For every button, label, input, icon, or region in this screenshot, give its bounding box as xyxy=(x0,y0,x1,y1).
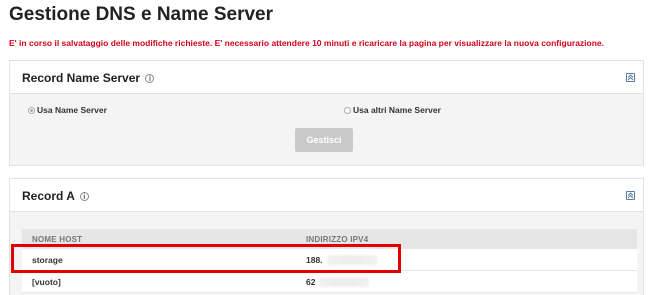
collapse-icon[interactable] xyxy=(626,191,635,200)
info-icon[interactable]: i xyxy=(145,74,155,83)
panel-title: Record Name Server i xyxy=(22,71,155,85)
page-title: Gestione DNS e Name Server xyxy=(9,4,274,25)
chevron-up-double-icon xyxy=(627,74,634,81)
radio-label: Usa Name Server xyxy=(37,105,107,115)
radio-button-checked[interactable] xyxy=(28,106,35,114)
panel-title-text: Record A xyxy=(22,189,75,203)
column-header-ipv4: INDIRIZZO IPV4 xyxy=(306,234,369,244)
host-cell: [vuoto] xyxy=(32,276,61,287)
radio-label: Usa altri Name Server xyxy=(353,105,441,115)
panel-title-text: Record Name Server xyxy=(22,71,141,85)
ip-cell: 62 xyxy=(306,276,637,287)
record-name-server-panel: Record Name Server i Usa Name Server Usa… xyxy=(9,60,644,166)
chevron-up-double-icon xyxy=(627,192,634,199)
redacted-blur xyxy=(319,276,370,287)
info-icon[interactable]: i xyxy=(79,192,89,201)
manage-button[interactable]: Gestisci xyxy=(295,128,353,152)
radio-use-name-server[interactable]: Usa Name Server xyxy=(28,105,107,115)
radio-button[interactable] xyxy=(344,106,351,114)
panel-title: Record A i xyxy=(22,189,89,203)
column-header-host: NOME HOST xyxy=(32,234,83,244)
panel-header: Record Name Server i xyxy=(10,61,643,94)
collapse-icon[interactable] xyxy=(626,73,635,82)
highlight-annotation-box xyxy=(11,244,401,273)
save-warning-message: E' in corso il salvataggio delle modific… xyxy=(9,38,604,48)
radio-use-other-name-server[interactable]: Usa altri Name Server xyxy=(344,105,441,115)
ip-value: 62 xyxy=(306,276,316,287)
panel-header: Record A i xyxy=(10,179,643,212)
table-row[interactable]: [vuoto] 62 xyxy=(22,271,637,293)
record-a-panel: Record A i NOME HOST INDIRIZZO IPV4 stor… xyxy=(9,178,644,295)
